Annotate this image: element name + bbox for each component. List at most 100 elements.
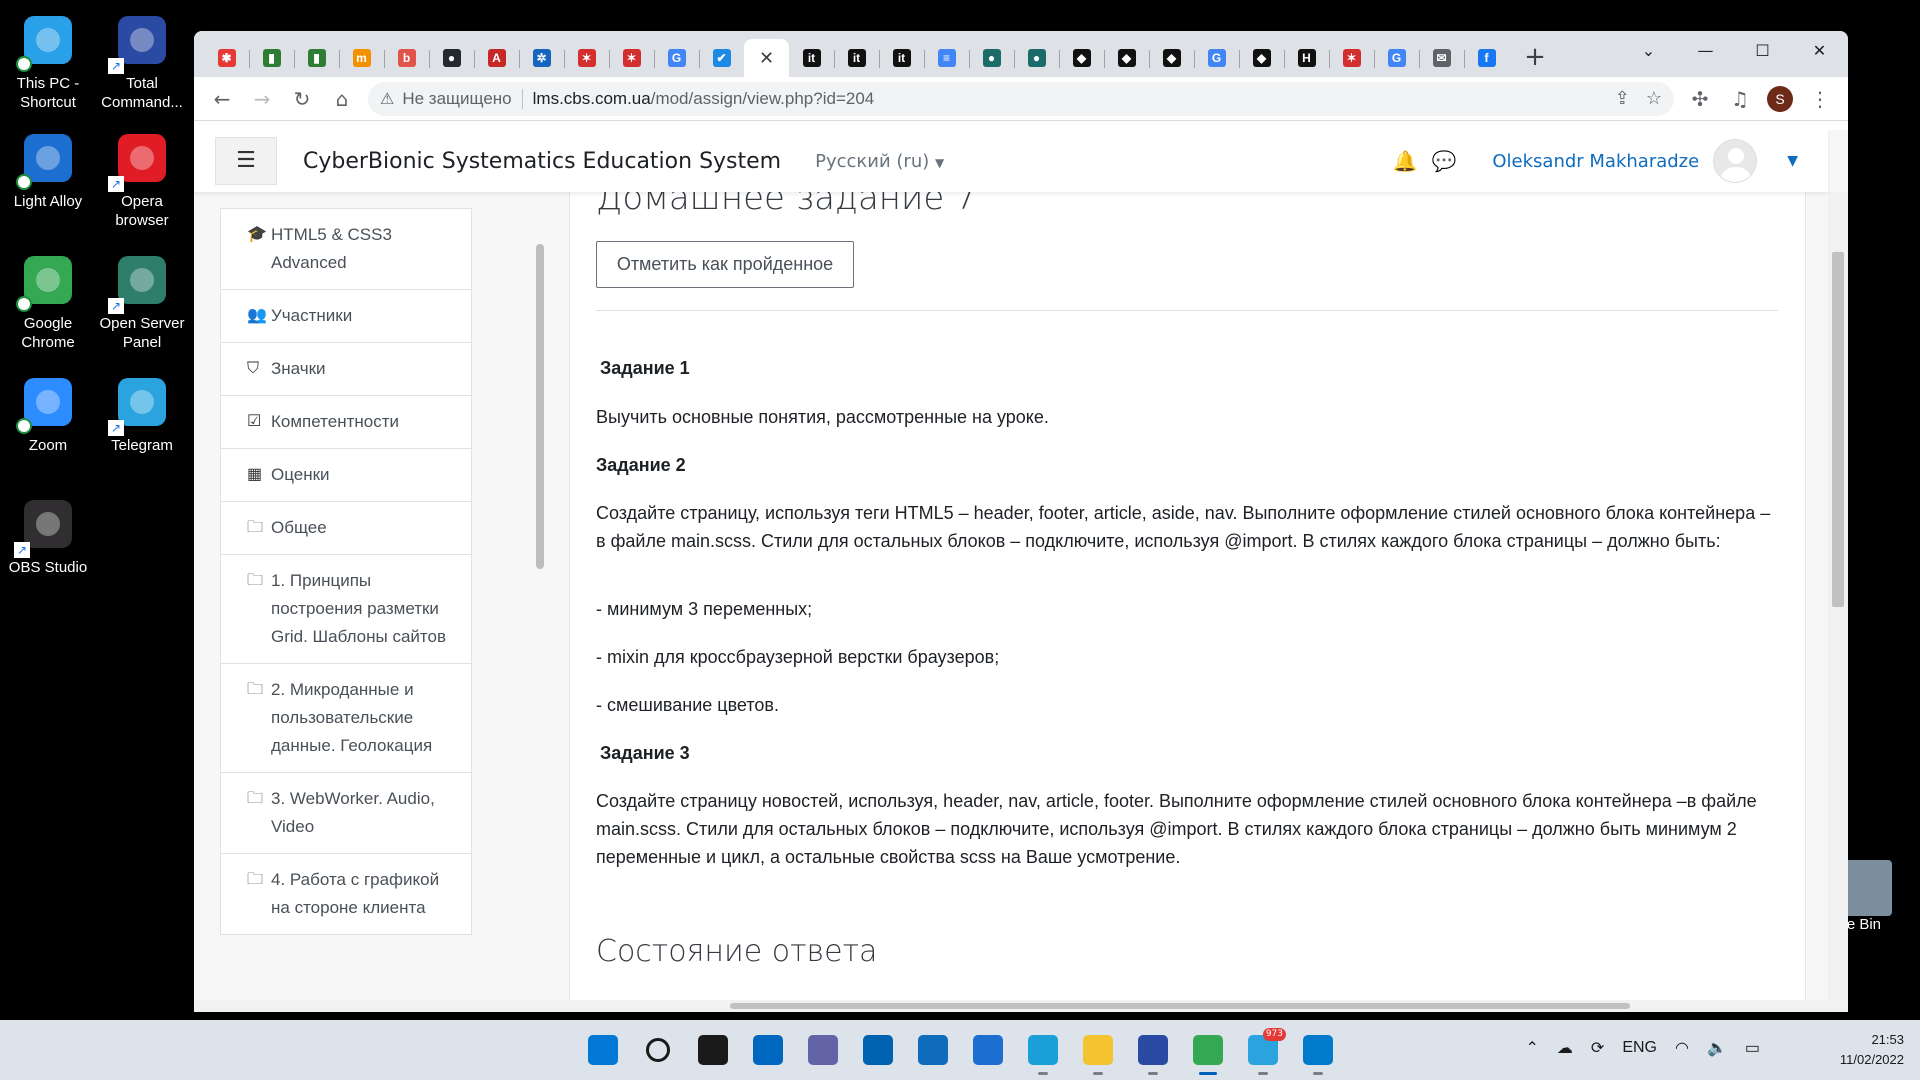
bookmark-star-icon[interactable]: ☆ xyxy=(1646,88,1662,109)
browser-tab[interactable]: ≡ xyxy=(924,39,969,77)
user-menu-caret-icon[interactable]: ▼ xyxy=(1787,153,1798,169)
close-icon[interactable]: ✕ xyxy=(758,49,776,67)
profile-button[interactable]: S xyxy=(1760,81,1800,117)
drawer-item[interactable]: 🗀 1. Принципы построения разметки Grid. Ш… xyxy=(220,555,472,664)
telegram-icon[interactable]: 973 xyxy=(1240,1028,1286,1075)
close-window-button[interactable]: ✕ xyxy=(1791,31,1848,71)
browser-tab[interactable]: A xyxy=(474,39,519,77)
horizontal-scrollbar-thumb[interactable] xyxy=(730,1003,1630,1009)
browser-tab-active[interactable]: ✕ xyxy=(744,39,789,77)
browser-tab[interactable]: H xyxy=(1284,39,1329,77)
media-control-icon[interactable]: ♫ xyxy=(1720,81,1760,117)
back-button[interactable]: ← xyxy=(202,81,242,117)
address-bar[interactable]: ⚠ Не защищено lms.cbs.com.ua/mod/assign/… xyxy=(368,81,1674,116)
total-commander-icon[interactable] xyxy=(1130,1028,1176,1075)
browser-tab[interactable]: ✶ xyxy=(1329,39,1374,77)
not-secure-label[interactable]: Не защищено xyxy=(402,89,511,109)
drawer-item[interactable]: 🗀 Общее xyxy=(220,502,472,555)
browser-tab[interactable]: ● xyxy=(429,39,474,77)
site-name[interactable]: CyberBionic Systematics Education System xyxy=(303,149,781,174)
wifi-icon[interactable]: ◠ xyxy=(1675,1038,1689,1058)
drawer-item[interactable]: 🗀 2. Микроданные и пользовательские данны… xyxy=(220,664,472,773)
drawer-item[interactable]: 👥 Участники xyxy=(220,290,472,343)
maximize-button[interactable]: ☐ xyxy=(1734,31,1791,71)
battery-icon[interactable]: ▭ xyxy=(1745,1038,1760,1058)
drawer-item[interactable]: ⛉ Значки xyxy=(220,343,472,396)
browser-tab[interactable]: it xyxy=(789,39,834,77)
notification-bell-icon[interactable]: 🔔 xyxy=(1393,149,1418,173)
browser-tab[interactable]: ▮ xyxy=(249,39,294,77)
drawer-item[interactable]: 🗀 4. Работа с графикой на стороне клиента xyxy=(220,854,472,935)
user-name[interactable]: Oleksandr Makharadze xyxy=(1492,151,1699,172)
share-icon[interactable]: ⇪ xyxy=(1615,88,1630,109)
volume-icon[interactable]: 🔈 xyxy=(1707,1038,1727,1058)
browser-tab[interactable]: ✱ xyxy=(204,39,249,77)
light-alloy-icon[interactable] xyxy=(965,1028,1011,1072)
drawer-item[interactable]: ☑ Компетентности xyxy=(220,396,472,449)
store-icon[interactable] xyxy=(855,1028,901,1072)
desktop-shortcut[interactable]: ↗ Telegram xyxy=(94,372,190,455)
drawer-item[interactable]: 🗀 3. WebWorker. Audio, Video xyxy=(220,773,472,854)
language-selector[interactable]: Русский (ru) ▼ xyxy=(815,151,944,172)
browser-tab[interactable]: ◆ xyxy=(1239,39,1284,77)
windows-start-icon[interactable] xyxy=(580,1028,626,1072)
browser-tab[interactable]: ✶ xyxy=(564,39,609,77)
browser-tab[interactable]: it xyxy=(834,39,879,77)
browser-tab[interactable]: G xyxy=(1374,39,1419,77)
chevron-up-icon[interactable]: ⌃ xyxy=(1526,1038,1539,1058)
user-avatar[interactable] xyxy=(1713,139,1758,183)
browser-tab[interactable]: ✲ xyxy=(519,39,564,77)
mark-done-button[interactable]: Отметить как пройденное xyxy=(596,241,854,288)
extensions-puzzle-icon[interactable]: ✣ xyxy=(1680,81,1720,117)
widgets-icon[interactable] xyxy=(745,1028,791,1072)
desktop-shortcut[interactable]: Google Chrome xyxy=(0,250,96,352)
drawer-item[interactable]: ▦ Оценки xyxy=(220,449,472,502)
minimize-button[interactable]: — xyxy=(1677,31,1734,71)
browser-tab[interactable]: G xyxy=(654,39,699,77)
browser-tab[interactable]: it xyxy=(879,39,924,77)
page-scrollbar[interactable] xyxy=(1828,192,1848,1012)
browser-tab[interactable]: m xyxy=(339,39,384,77)
forward-button[interactable]: → xyxy=(242,81,282,117)
drawer-scrollbar[interactable] xyxy=(532,244,548,1012)
tab-search-chevron-icon[interactable]: ⌄ xyxy=(1620,31,1677,71)
task-view-icon[interactable] xyxy=(690,1028,736,1072)
desktop-shortcut[interactable]: ↗ Open Server Panel xyxy=(94,250,190,352)
desktop-shortcut[interactable]: Light Alloy xyxy=(0,128,96,211)
warning-icon[interactable]: ⚠ xyxy=(380,89,394,109)
horizontal-scrollbar[interactable] xyxy=(194,1000,1828,1012)
reload-button[interactable]: ↻ xyxy=(282,81,322,117)
browser-tab[interactable]: ◆ xyxy=(1149,39,1194,77)
file-explorer-icon[interactable] xyxy=(1075,1028,1121,1075)
clock[interactable]: 21:53 11/02/2022 xyxy=(1840,1030,1904,1070)
browser-tab[interactable]: ◆ xyxy=(1104,39,1149,77)
browser-tab[interactable]: ✔ xyxy=(699,39,744,77)
new-tab-button[interactable]: + xyxy=(1515,39,1555,77)
chrome-icon[interactable] xyxy=(1185,1028,1231,1075)
browser-tab[interactable]: ▮ xyxy=(294,39,339,77)
browser-tab[interactable]: b xyxy=(384,39,429,77)
browser-tab[interactable]: G xyxy=(1194,39,1239,77)
sync-icon[interactable]: ⟳ xyxy=(1591,1038,1604,1058)
desktop-shortcut[interactable]: This PC - Shortcut xyxy=(0,10,96,112)
browser-tab[interactable]: ◆ xyxy=(1059,39,1104,77)
mail-icon[interactable] xyxy=(910,1028,956,1072)
desktop-shortcut[interactable]: Zoom xyxy=(0,372,96,455)
browser-tab[interactable]: ● xyxy=(1014,39,1059,77)
recycle-bin[interactable]: cle Bin xyxy=(1836,860,1920,933)
edge-icon[interactable] xyxy=(1020,1028,1066,1075)
page-scrollbar-thumb[interactable] xyxy=(1832,252,1844,607)
browser-tab[interactable]: f xyxy=(1464,39,1509,77)
desktop-shortcut[interactable]: ↗ Total Command... xyxy=(94,10,190,112)
onedrive-cloud-icon[interactable]: ☁ xyxy=(1557,1038,1573,1058)
home-button[interactable]: ⌂ xyxy=(322,81,362,117)
browser-tab[interactable]: ✶ xyxy=(609,39,654,77)
browser-tab[interactable]: ✉ xyxy=(1419,39,1464,77)
drawer-item[interactable]: 🎓 HTML5 & CSS3 Advanced xyxy=(220,208,472,290)
messages-icon[interactable]: 💬 xyxy=(1431,149,1456,173)
teams-chat-icon[interactable] xyxy=(800,1028,846,1072)
vscode-icon[interactable] xyxy=(1295,1028,1341,1075)
desktop-shortcut[interactable]: ↗ OBS Studio xyxy=(0,494,96,577)
hamburger-menu-button[interactable]: ☰ xyxy=(215,137,277,185)
browser-tab[interactable]: ● xyxy=(969,39,1014,77)
